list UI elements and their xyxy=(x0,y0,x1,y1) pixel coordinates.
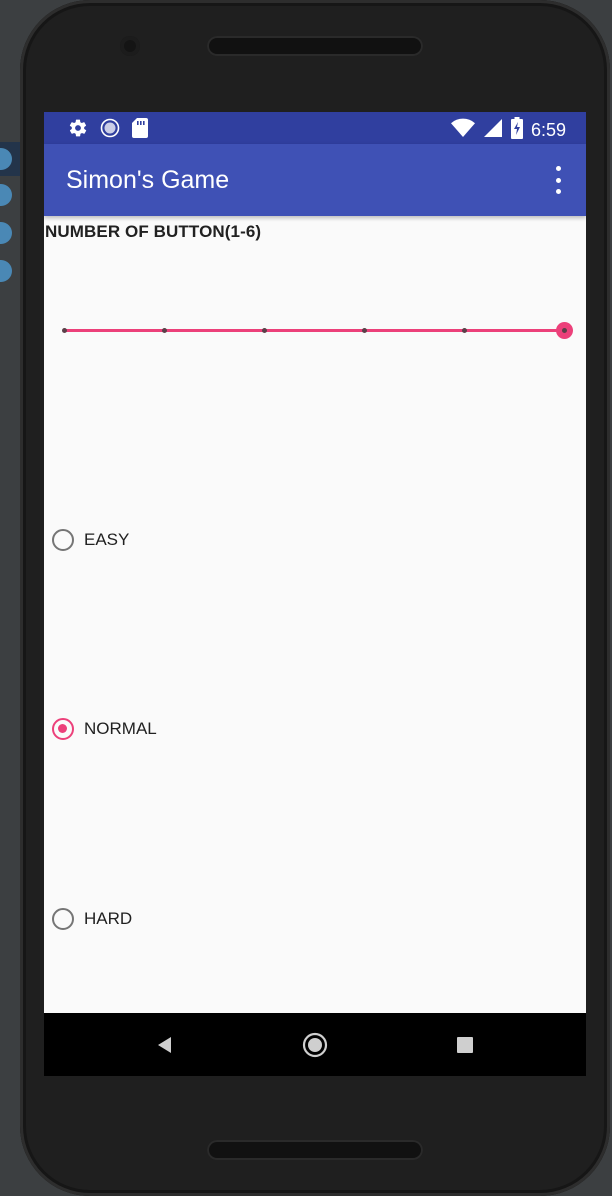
status-time: 6:59 xyxy=(530,120,566,140)
battery-charging-icon xyxy=(510,117,523,144)
back-icon[interactable] xyxy=(151,1031,179,1059)
radio-hard[interactable]: HARD xyxy=(52,904,132,934)
sd-card-icon xyxy=(132,118,148,143)
recents-icon[interactable] xyxy=(451,1031,479,1059)
seekbar-tick[interactable] xyxy=(261,328,267,333)
home-icon[interactable] xyxy=(301,1031,329,1059)
ide-gutter-icon xyxy=(0,222,12,244)
radio-button-normal[interactable] xyxy=(52,718,74,740)
button-count-label: NUMBER OF BUTTON(1-6) xyxy=(45,222,262,241)
seekbar-tick[interactable] xyxy=(161,328,167,333)
navigation-bar xyxy=(44,1013,586,1076)
radio-label-easy: EASY xyxy=(84,530,130,549)
seekbar-tick[interactable] xyxy=(461,328,467,333)
app-title: Simon's Game xyxy=(66,166,230,194)
ide-gutter-icon xyxy=(0,184,12,206)
button-count-seekbar[interactable] xyxy=(60,316,580,346)
ide-gutter-icon xyxy=(0,260,12,282)
bottom-speaker-grille xyxy=(207,1140,423,1160)
status-bar: 6:59 xyxy=(44,112,586,144)
overflow-menu-icon[interactable] xyxy=(546,166,570,194)
radio-normal[interactable]: NORMAL xyxy=(52,714,157,744)
seekbar-track[interactable] xyxy=(64,329,570,332)
radio-button-easy[interactable] xyxy=(52,529,74,551)
radio-easy[interactable]: EASY xyxy=(52,525,129,555)
seekbar-tick[interactable] xyxy=(61,328,67,333)
front-camera xyxy=(120,36,140,56)
device-screen: 6:59 Simon's Game NUMBER OF BUTTON(1-6) … xyxy=(44,112,586,1076)
seekbar-thumb[interactable] xyxy=(555,322,573,339)
settings-content: NUMBER OF BUTTON(1-6) EASY NORMAL HARD xyxy=(44,216,586,1013)
radio-button-hard[interactable] xyxy=(52,908,74,930)
sync-icon xyxy=(100,118,120,143)
signal-icon xyxy=(483,118,503,143)
seekbar-tick[interactable] xyxy=(361,328,367,333)
settings-icon xyxy=(68,118,88,143)
radio-label-hard: HARD xyxy=(84,909,133,928)
wifi-icon xyxy=(450,118,475,143)
app-toolbar: Simon's Game xyxy=(44,144,586,216)
radio-label-normal: NORMAL xyxy=(84,719,157,738)
top-speaker-grille xyxy=(207,36,423,56)
